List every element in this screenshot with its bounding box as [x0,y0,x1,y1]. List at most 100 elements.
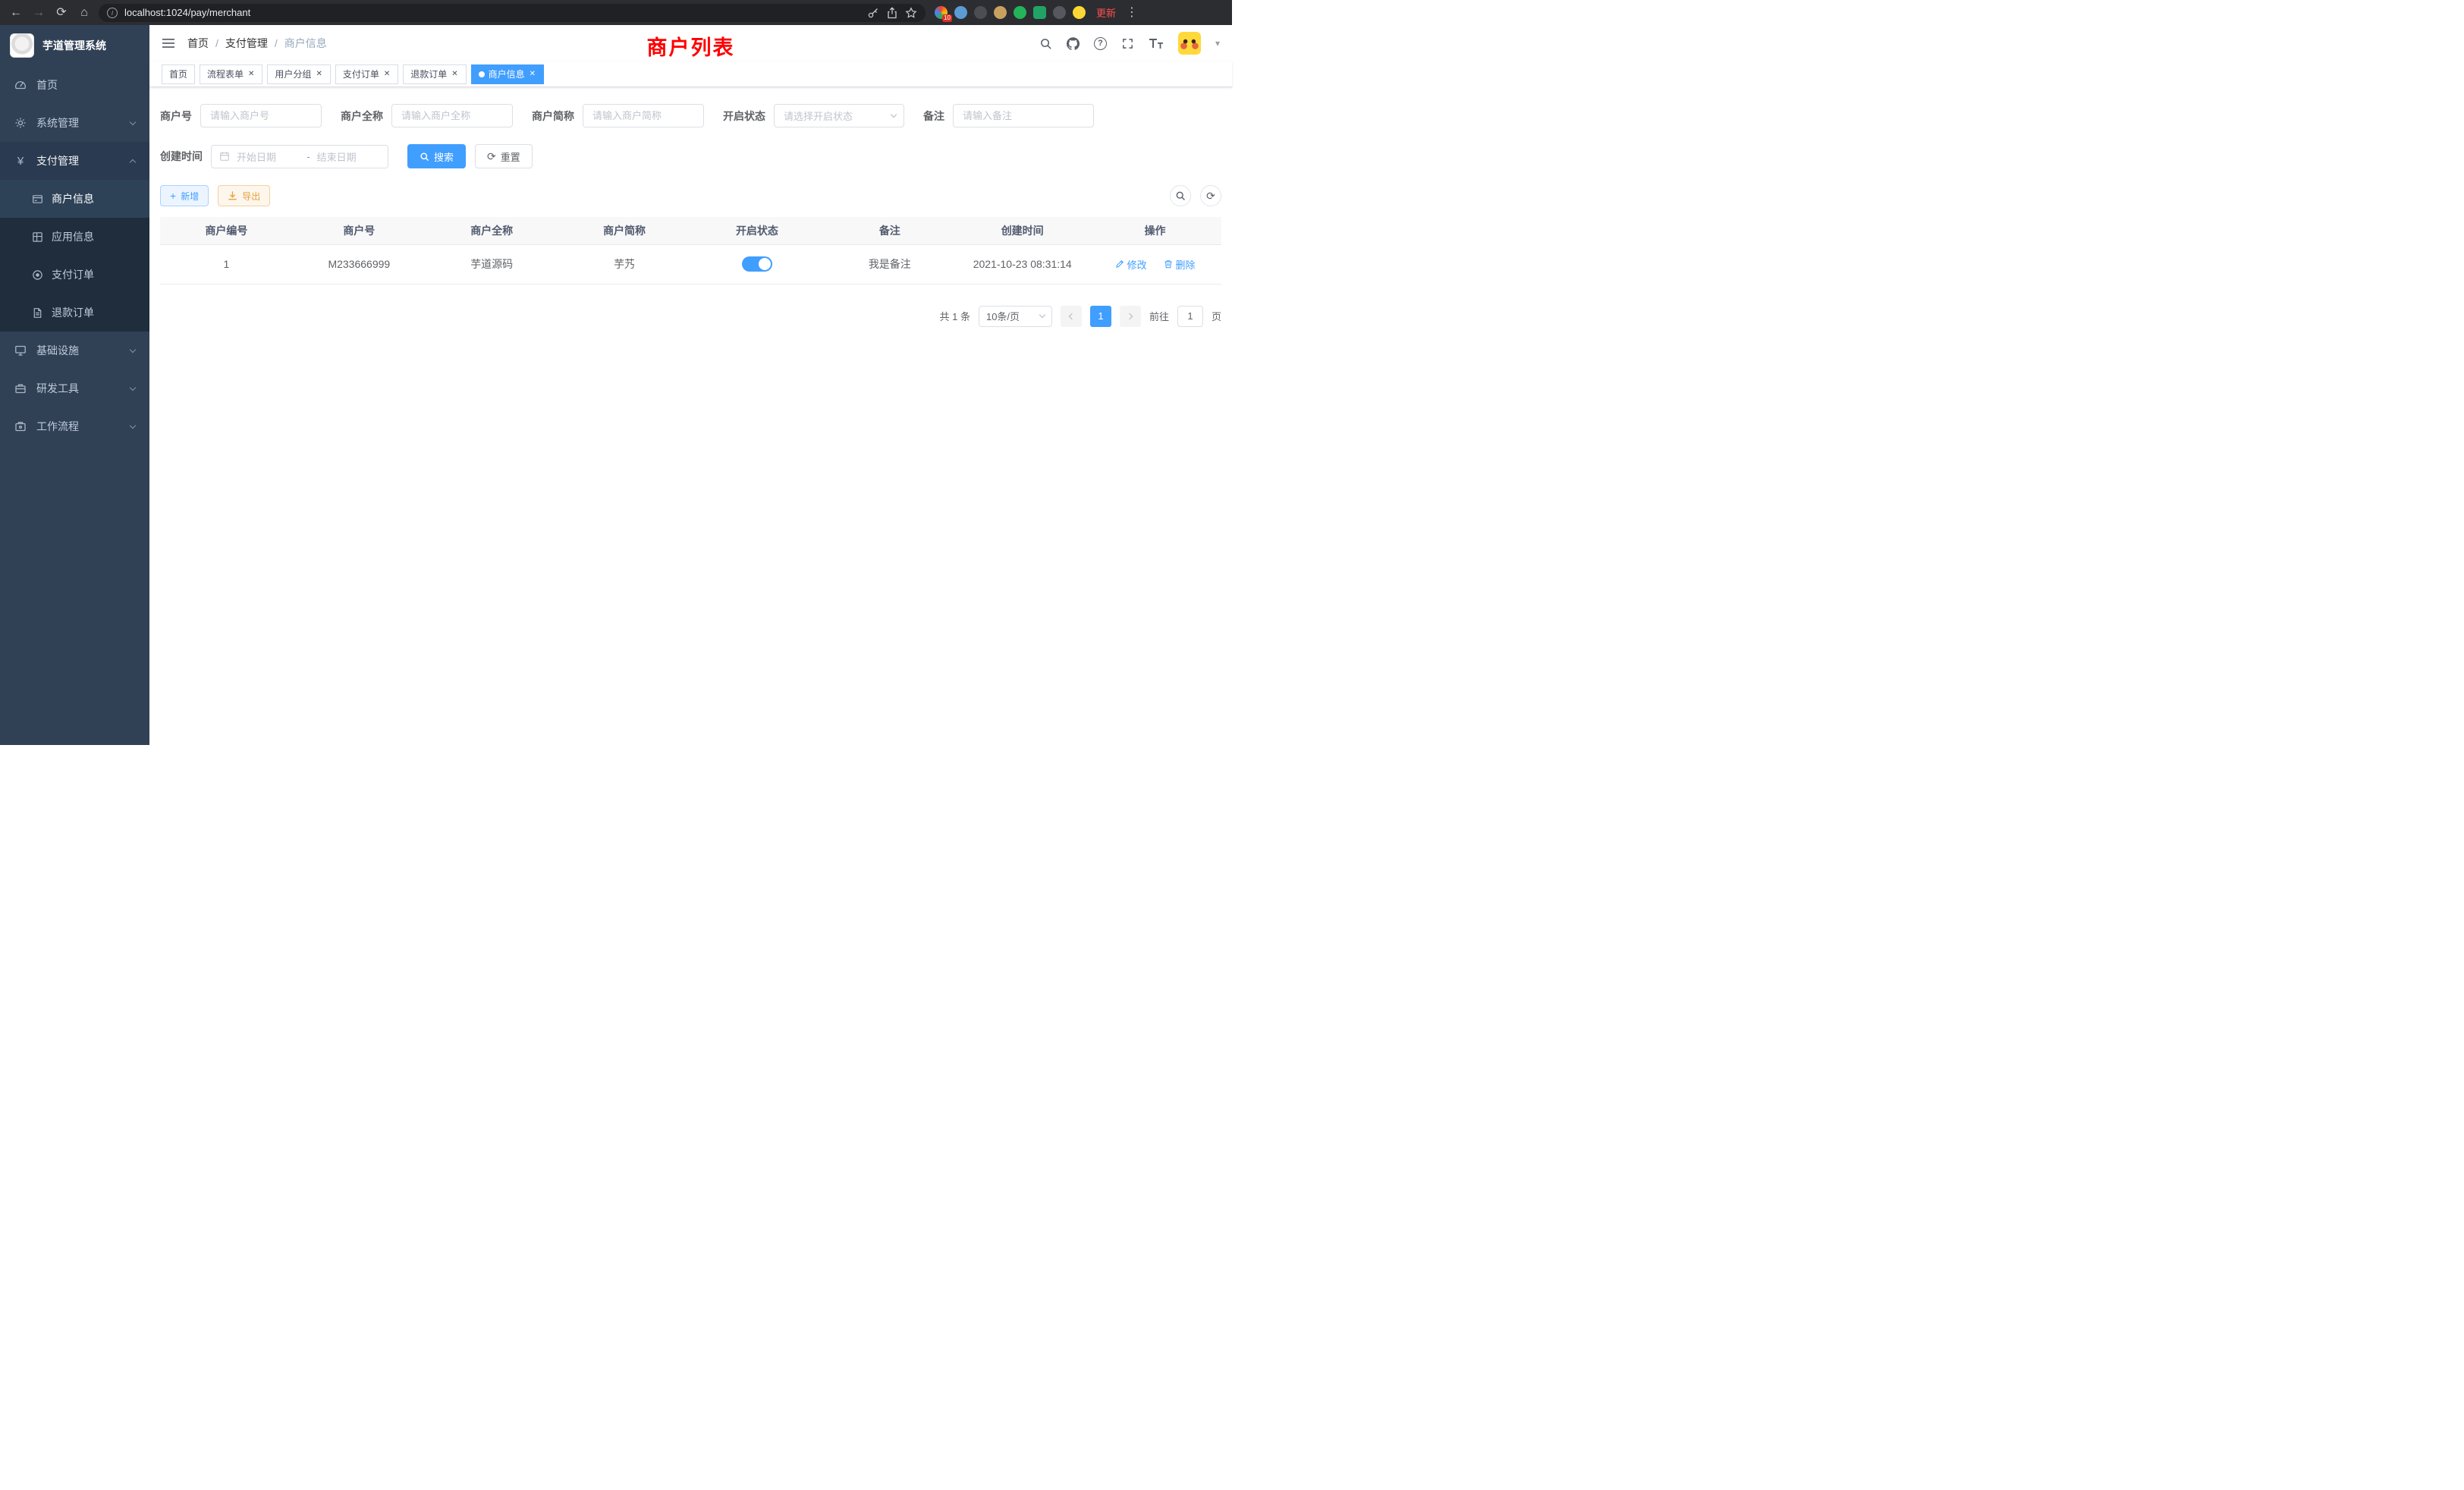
trash-icon [1164,259,1173,269]
next-page-button[interactable] [1120,306,1141,327]
help-icon[interactable]: ? [1094,37,1107,50]
add-button[interactable]: + 新增 [160,185,209,206]
extension-icon[interactable] [954,6,967,19]
chevron-down-icon [130,118,136,124]
edit-link[interactable]: 修改 [1115,257,1147,272]
password-key-icon[interactable] [867,7,879,19]
extensions-row: 10 [935,6,1086,19]
toggle-search-button[interactable] [1170,185,1191,206]
status-select[interactable]: 请选择开启状态 [774,104,904,127]
create-time-range-picker[interactable]: 开始日期 - 结束日期 [211,145,388,168]
sidebar-fold-icon[interactable] [162,37,175,49]
user-avatar[interactable] [1178,32,1201,55]
column-header: 商户编号 [160,217,293,244]
browser-menu-icon[interactable]: ⋮ [1124,7,1140,19]
briefcase-icon [14,420,27,432]
merchant-no-label: 商户号 [160,108,192,124]
search-button[interactable]: 搜索 [407,144,466,168]
extension-icon[interactable]: 10 [935,6,948,19]
extension-icon[interactable] [994,6,1007,19]
full-name-input[interactable] [391,104,513,127]
short-name-input[interactable] [583,104,704,127]
tab-close-icon[interactable]: ✕ [315,70,322,79]
sidebar-subitem-pay-order[interactable]: 支付订单 [0,256,149,294]
tab-close-icon[interactable]: ✕ [529,70,536,79]
sidebar-item-home[interactable]: 首页 [0,66,149,104]
sidebar-item-devtools[interactable]: 研发工具 [0,369,149,407]
table-header-row: 商户编号 商户号 商户全称 商户简称 开启状态 备注 创建时间 操作 [160,217,1221,244]
sidebar-item-workflow[interactable]: 工作流程 [0,407,149,445]
tab-close-icon[interactable]: ✕ [451,70,458,79]
tab-close-icon[interactable]: ✕ [383,70,391,79]
chevron-down-icon [130,384,136,390]
breadcrumb-home[interactable]: 首页 [187,36,209,51]
home-icon[interactable]: ⌂ [76,7,93,19]
tab-close-icon[interactable]: ✕ [247,70,255,79]
prev-page-button[interactable] [1061,306,1082,327]
refresh-icon: ⟳ [1206,190,1215,201]
column-header: 商户简称 [558,217,691,244]
breadcrumb-separator: / [215,37,218,49]
tab-user-group[interactable]: 用户分组 ✕ [267,64,330,84]
reload-icon[interactable]: ⟳ [53,7,70,19]
top-navbar: 首页 / 支付管理 / 商户信息 商户列表 ? ▾ [149,25,1232,61]
yen-icon: ¥ [14,155,27,168]
chevron-down-icon [130,346,136,352]
tab-pay-order[interactable]: 支付订单 ✕ [335,64,398,84]
tab-refund-order[interactable]: 退款订单 ✕ [403,64,466,84]
merchant-no-input[interactable] [200,104,322,127]
site-info-icon[interactable]: i [107,8,118,18]
back-icon[interactable]: ← [8,7,24,19]
remark-input[interactable] [953,104,1094,127]
share-icon[interactable] [886,7,898,19]
search-icon[interactable] [1039,37,1052,50]
status-toggle[interactable] [742,256,772,272]
reset-button[interactable]: ⟳ 重置 [475,144,533,168]
sidebar-subitem-merchant-info[interactable]: 商户信息 [0,180,149,218]
pagination: 共 1 条 10条/页 1 前往 页 [160,306,1221,327]
extension-icon[interactable] [1014,6,1026,19]
refresh-icon: ⟳ [487,151,496,162]
url-bar[interactable]: i localhost:1024/pay/merchant [99,4,926,22]
bookmark-star-icon[interactable] [905,7,917,19]
sidebar-item-payment[interactable]: ¥ 支付管理 [0,142,149,180]
logo-avatar [10,33,34,58]
breadcrumb: 首页 / 支付管理 / 商户信息 [187,36,327,51]
sidebar-subitem-refund-order[interactable]: 退款订单 [0,294,149,332]
refresh-table-button[interactable]: ⟳ [1200,185,1221,206]
reset-button-label: 重置 [501,149,520,164]
goto-page-input[interactable] [1177,306,1203,327]
caret-down-icon[interactable]: ▾ [1215,38,1220,49]
delete-link[interactable]: 删除 [1164,257,1196,272]
extension-icon[interactable] [1033,6,1046,19]
extension-icon[interactable] [974,6,987,19]
forward-icon[interactable]: → [30,7,47,19]
fullscreen-icon[interactable] [1121,37,1134,50]
current-page-button[interactable]: 1 [1090,306,1111,327]
chevron-left-icon [1069,313,1075,319]
plus-icon: + [170,190,176,201]
sidebar-subitem-app-info[interactable]: 应用信息 [0,218,149,256]
column-header: 商户号 [293,217,426,244]
sidebar-item-infrastructure[interactable]: 基础设施 [0,332,149,369]
tab-flow-form[interactable]: 流程表单 ✕ [200,64,262,84]
column-header: 备注 [823,217,956,244]
extension-icon[interactable] [1053,6,1066,19]
cell-full-name: 芋道源码 [426,244,558,284]
font-size-icon[interactable] [1149,37,1164,49]
breadcrumb-current: 商户信息 [284,36,327,51]
export-button[interactable]: 导出 [218,185,270,206]
github-icon[interactable] [1067,37,1080,50]
breadcrumb-payment[interactable]: 支付管理 [225,36,268,51]
browser-update-button[interactable]: 更新 [1096,5,1116,20]
sidebar-item-system[interactable]: 系统管理 [0,104,149,142]
tab-home[interactable]: 首页 [162,64,195,84]
sidebar-logo[interactable]: 芋道管理系统 [0,25,149,66]
extension-icon[interactable] [1073,6,1086,19]
tab-merchant-info[interactable]: 商户信息 ✕ [471,64,544,84]
cell-actions: 修改 删除 [1089,244,1221,284]
search-icon [420,152,429,162]
search-icon [1175,190,1186,201]
page-unit-label: 页 [1212,309,1221,323]
page-size-select[interactable]: 10条/页 [979,306,1052,327]
